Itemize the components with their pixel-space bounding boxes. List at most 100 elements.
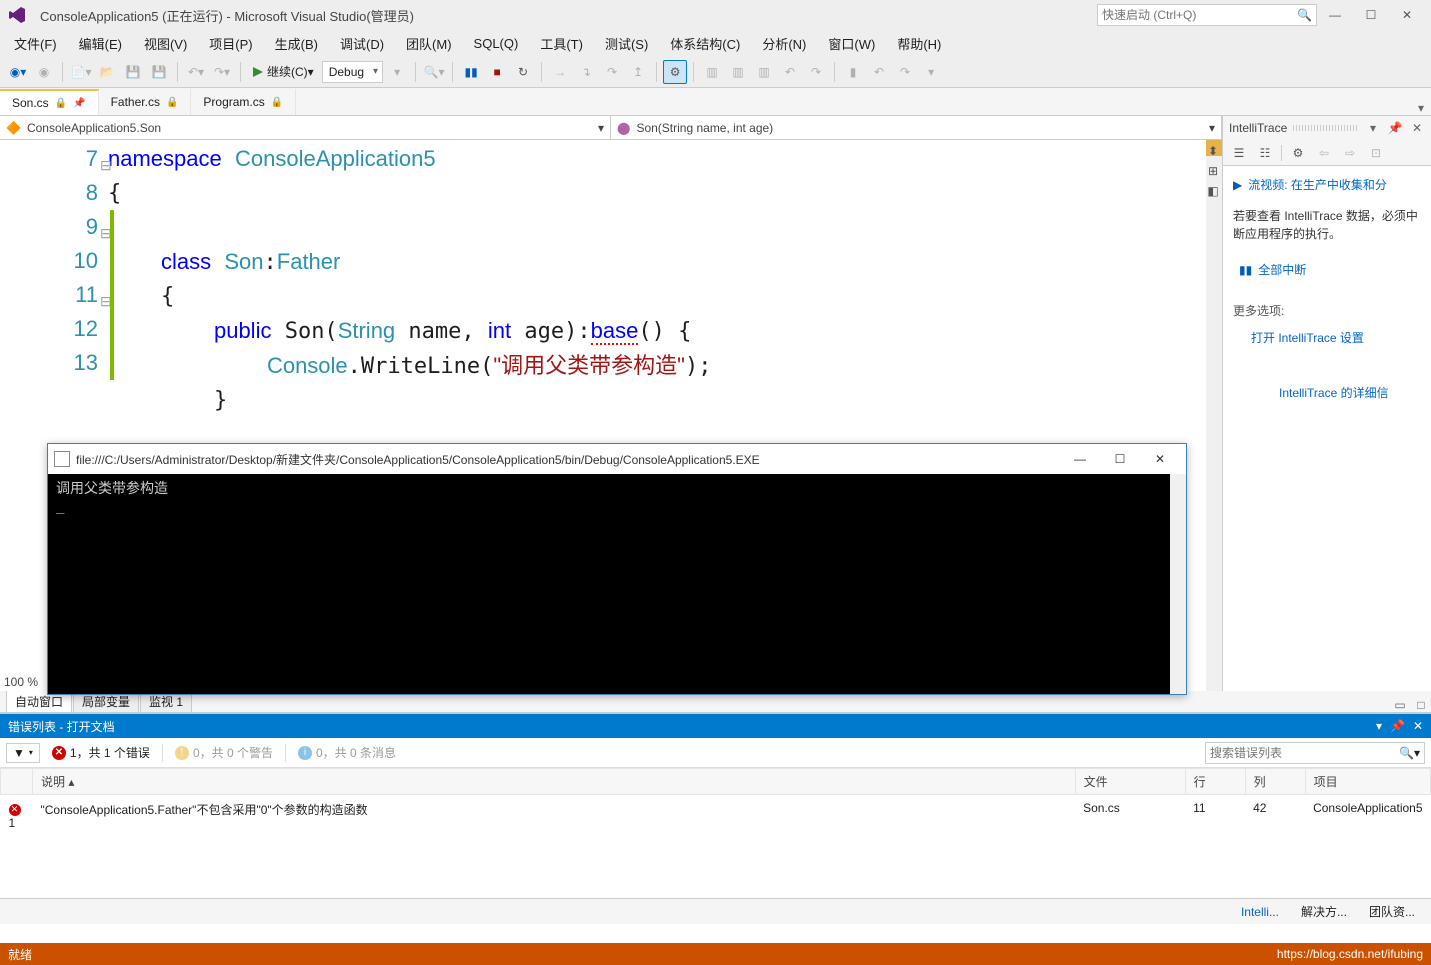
col-project[interactable]: 项目 (1305, 769, 1430, 795)
step-over-button[interactable]: ↷ (600, 60, 624, 84)
step-out-button[interactable]: ↥ (626, 60, 650, 84)
menu-build[interactable]: 生成(B) (265, 32, 328, 55)
tool-1[interactable]: ▥ (700, 60, 724, 84)
redo-button[interactable]: ↷▾ (210, 60, 234, 84)
gear-icon[interactable]: ⚙ (1288, 143, 1308, 163)
col-file[interactable]: 文件 (1075, 769, 1185, 795)
platform-combo[interactable]: ▾ (385, 60, 409, 84)
menu-architecture[interactable]: 体系结构(C) (660, 32, 750, 55)
class-selector[interactable]: 🔶 ConsoleApplication5.Son ▾ (0, 116, 611, 139)
menu-test[interactable]: 测试(S) (595, 32, 658, 55)
maximize-icon[interactable]: □ (1411, 698, 1431, 712)
maximize-button[interactable]: ☐ (1353, 0, 1389, 30)
menu-edit[interactable]: 编辑(E) (69, 32, 132, 55)
menu-project[interactable]: 项目(P) (199, 32, 262, 55)
error-search[interactable]: 🔍▾ (1205, 742, 1425, 764)
menu-file[interactable]: 文件(F) (4, 32, 67, 55)
tab-father-cs[interactable]: Father.cs 🔒 (99, 89, 192, 115)
new-project-button[interactable]: 📄▾ (69, 60, 93, 84)
track-button[interactable]: ◧ (1204, 182, 1222, 200)
quick-launch[interactable]: 🔍 (1097, 4, 1317, 26)
console-scrollbar[interactable] (1170, 474, 1186, 694)
quick-launch-input[interactable] (1102, 8, 1297, 22)
pause-button[interactable]: ▮▮ (459, 60, 483, 84)
col-icon[interactable] (1, 769, 33, 795)
pin-icon[interactable]: 📌 (1390, 719, 1405, 733)
separator (415, 62, 416, 82)
menu-debug[interactable]: 调试(D) (330, 32, 394, 55)
stop-button[interactable]: ■ (485, 60, 509, 84)
step-into-button[interactable]: ↴ (574, 60, 598, 84)
config-combo[interactable]: Debug (322, 61, 383, 83)
console-titlebar[interactable]: file:///C:/Users/Administrator/Desktop/新… (48, 444, 1186, 474)
menu-analyze[interactable]: 分析(N) (752, 32, 816, 55)
warnings-filter[interactable]: ! 0，共 0 个警告 (167, 742, 281, 763)
zoom-level[interactable]: 100 % (4, 675, 38, 689)
filter-button[interactable]: ▼▾ (6, 743, 40, 763)
window-pos-icon[interactable]: ▭ (1390, 698, 1410, 712)
tool-9[interactable]: ▾ (919, 60, 943, 84)
console-minimize[interactable]: — (1060, 445, 1100, 473)
close-icon[interactable]: ✕ (1413, 719, 1423, 733)
tool-6[interactable]: ▮ (841, 60, 865, 84)
events-view-icon[interactable]: ☰ (1229, 143, 1249, 163)
console-window[interactable]: file:///C:/Users/Administrator/Desktop/新… (47, 443, 1187, 695)
nav-back-button[interactable]: ◉▾ (6, 60, 30, 84)
dropdown-icon[interactable]: ▾ (1376, 719, 1382, 733)
continue-button[interactable]: 继续(C) ▾ (247, 60, 320, 84)
menu-help[interactable]: 帮助(H) (887, 32, 951, 55)
tool-2[interactable]: ▥ (726, 60, 750, 84)
member-selector[interactable]: ⬤ Son(String name, int age) ▾ (611, 116, 1222, 139)
tab-solution-explorer[interactable]: 解决方... (1291, 900, 1357, 923)
calls-view-icon[interactable]: ☷ (1255, 143, 1275, 163)
col-line[interactable]: 行 (1185, 769, 1245, 795)
tool-4[interactable]: ↶ (778, 60, 802, 84)
menu-tools[interactable]: 工具(T) (530, 32, 593, 55)
intellitrace-button[interactable]: ⚙ (663, 60, 687, 84)
pin-icon[interactable]: 📌 (73, 98, 85, 109)
tool-8[interactable]: ↷ (893, 60, 917, 84)
open-file-button[interactable]: 📂 (95, 60, 119, 84)
error-search-input[interactable] (1210, 746, 1399, 760)
console-close[interactable]: ✕ (1140, 445, 1180, 473)
split-button[interactable]: ⬍ (1204, 142, 1222, 160)
class-icon: 🔶 (6, 121, 21, 135)
table-row[interactable]: ✕1 "ConsoleApplication5.Father"不包含采用"0"个… (1, 795, 1431, 836)
dropdown-icon[interactable]: ▾ (1365, 121, 1381, 135)
tool-3[interactable]: ▥ (752, 60, 776, 84)
pin-icon[interactable]: 📌 (1387, 121, 1403, 135)
undo-button[interactable]: ↶▾ (184, 60, 208, 84)
menu-sql[interactable]: SQL(Q) (464, 34, 529, 53)
tabwell-dropdown[interactable]: ▾ (1411, 101, 1431, 115)
expand-button[interactable]: ⊞ (1204, 162, 1222, 180)
tab-team-explorer[interactable]: 团队资... (1359, 900, 1425, 923)
col-column[interactable]: 列 (1245, 769, 1305, 795)
warning-icon: ! (175, 746, 189, 760)
messages-filter[interactable]: i 0，共 0 条消息 (290, 742, 404, 763)
col-description[interactable]: 说明 ▴ (33, 769, 1076, 795)
video-link[interactable]: ▶ 流视频: 在生产中收集和分 (1233, 176, 1421, 193)
menu-window[interactable]: 窗口(W) (818, 32, 885, 55)
details-link[interactable]: IntelliTrace 的详细信 (1273, 380, 1421, 405)
tool-7[interactable]: ↶ (867, 60, 891, 84)
save-button[interactable]: 💾 (121, 60, 145, 84)
editor-scrollbar[interactable] (1206, 140, 1222, 691)
close-icon[interactable]: ✕ (1409, 121, 1425, 135)
save-all-button[interactable]: 💾 (147, 60, 171, 84)
tab-intellitrace[interactable]: Intelli... (1231, 902, 1289, 922)
play-icon: ▶ (1233, 178, 1242, 192)
break-all-link[interactable]: ▮▮ 全部中断 (1233, 257, 1421, 282)
tab-son-cs[interactable]: Son.cs 🔒 📌 (0, 89, 99, 115)
menu-team[interactable]: 团队(M) (396, 32, 462, 55)
restart-button[interactable]: ↻ (511, 60, 535, 84)
open-settings-link[interactable]: 打开 IntelliTrace 设置 (1245, 325, 1421, 350)
close-button[interactable]: ✕ (1389, 0, 1425, 30)
menu-view[interactable]: 视图(V) (134, 32, 197, 55)
tool-5[interactable]: ↷ (804, 60, 828, 84)
next-statement-button[interactable]: → (548, 60, 572, 84)
tab-program-cs[interactable]: Program.cs 🔒 (191, 89, 296, 115)
find-button[interactable]: 🔍▾ (422, 60, 446, 84)
errors-filter[interactable]: ✕ 1，共 1 个错误 (44, 742, 158, 763)
console-maximize[interactable]: ☐ (1100, 445, 1140, 473)
minimize-button[interactable]: — (1317, 0, 1353, 30)
